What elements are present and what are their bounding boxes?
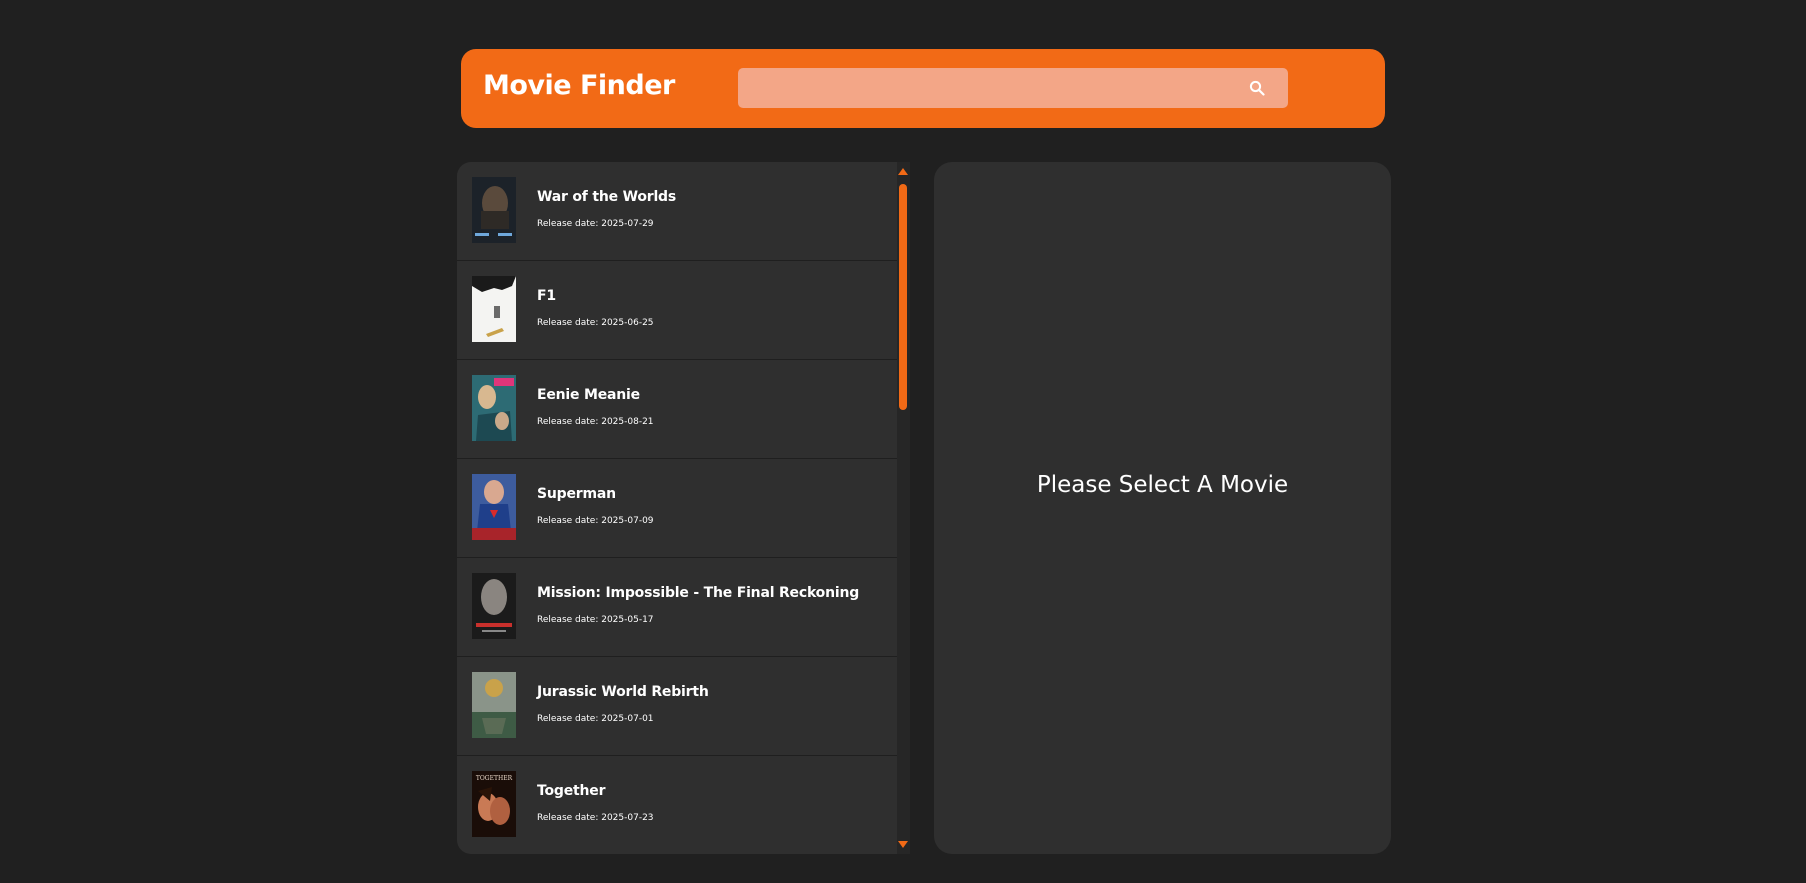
movie-poster [472, 474, 516, 540]
movie-list-item[interactable]: F1 Release date: 2025-06-25 [457, 261, 897, 360]
scroll-down-arrow-icon[interactable] [898, 841, 908, 848]
movie-list-item[interactable]: TOGETHER Together Release date: 2025-07-… [457, 756, 897, 854]
scrollbar-thumb[interactable] [899, 184, 907, 410]
movie-list-item[interactable]: Eenie Meanie Release date: 2025-08-21 [457, 360, 897, 459]
search-icon[interactable] [1249, 80, 1265, 96]
movie-title: Jurassic World Rebirth [537, 684, 709, 700]
movie-release-date: Release date: 2025-06-25 [537, 318, 654, 328]
select-movie-message: Please Select A Movie [1036, 472, 1289, 498]
movie-poster: TOGETHER [472, 771, 516, 837]
movie-poster [472, 672, 516, 738]
movie-poster [472, 276, 516, 342]
app-title: Movie Finder [483, 70, 675, 101]
movie-list-item[interactable]: War of the Worlds Release date: 2025-07-… [457, 162, 897, 261]
search-box [738, 68, 1288, 108]
movie-release-date: Release date: 2025-05-17 [537, 615, 654, 625]
movie-poster [472, 375, 516, 441]
movie-title: F1 [537, 288, 556, 304]
movie-list: War of the Worlds Release date: 2025-07-… [457, 162, 897, 854]
svg-text:TOGETHER: TOGETHER [476, 775, 513, 782]
movie-release-date: Release date: 2025-07-29 [537, 219, 654, 229]
movie-title: Superman [537, 486, 616, 502]
scroll-up-arrow-icon[interactable] [898, 168, 908, 175]
movie-list-item[interactable]: Mission: Impossible - The Final Reckonin… [457, 558, 897, 657]
movie-detail-panel: Please Select A Movie [934, 162, 1391, 854]
movie-release-date: Release date: 2025-07-23 [537, 813, 654, 823]
movie-title: Eenie Meanie [537, 387, 640, 403]
movie-title: War of the Worlds [537, 189, 676, 205]
movie-release-date: Release date: 2025-07-09 [537, 516, 654, 526]
movie-list-item[interactable]: Superman Release date: 2025-07-09 [457, 459, 897, 558]
search-input[interactable] [738, 68, 1238, 108]
movie-release-date: Release date: 2025-08-21 [537, 417, 654, 427]
movie-poster [472, 573, 516, 639]
movie-poster [472, 177, 516, 243]
list-scrollbar[interactable] [897, 162, 910, 854]
movie-list-panel: War of the Worlds Release date: 2025-07-… [457, 162, 910, 854]
movie-list-item[interactable]: Jurassic World Rebirth Release date: 202… [457, 657, 897, 756]
movie-title: Mission: Impossible - The Final Reckonin… [537, 585, 860, 601]
app-header: Movie Finder [461, 49, 1385, 128]
movie-release-date: Release date: 2025-07-01 [537, 714, 654, 724]
movie-title: Together [537, 783, 606, 799]
